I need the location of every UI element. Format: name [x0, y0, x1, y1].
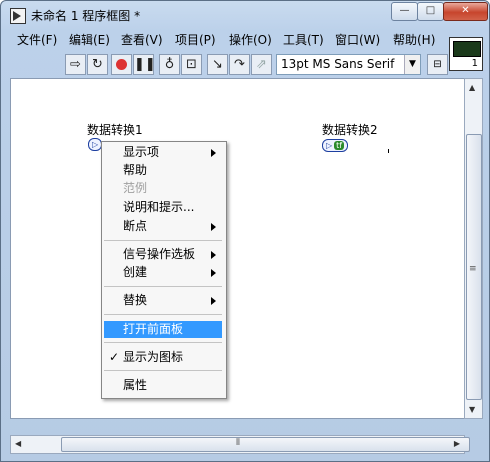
step-into-icon[interactable]: ↘ [207, 54, 228, 75]
menu-item-breakpoint[interactable]: 断点 [104, 218, 222, 235]
scroll-down-icon[interactable]: ▼ [469, 405, 475, 414]
submenu-arrow-icon [211, 149, 216, 157]
run-continuously-icon[interactable]: ↻ [87, 54, 108, 75]
maximize-button[interactable]: □ [417, 2, 444, 21]
menu-item-label: 显示项 [123, 145, 160, 159]
menu-window[interactable]: 窗口(W) [335, 31, 380, 49]
menu-operate[interactable]: 操作(O) [229, 31, 272, 49]
menu-item-help[interactable]: 帮助 [104, 162, 222, 179]
chevron-down-icon[interactable]: ▼ [404, 55, 420, 74]
menu-item-create[interactable]: 创建 [104, 264, 222, 281]
submenu-arrow-icon [211, 269, 216, 277]
vertical-scrollbar[interactable]: ▲ ≡ ▼ [464, 78, 483, 419]
abort-icon[interactable] [111, 54, 132, 75]
menu-item-replace[interactable]: 替换 [104, 292, 222, 309]
menu-item-label: 属性 [123, 378, 148, 392]
node2-label[interactable]: 数据转换2 [322, 121, 378, 138]
menu-item-description[interactable]: 说明和提示... [104, 199, 222, 216]
node2-glyph: ▷ [326, 141, 333, 150]
menu-view[interactable]: 查看(V) [121, 31, 163, 49]
grip-icon: ≡ [469, 264, 477, 274]
menu-item-label: 替换 [123, 293, 148, 307]
menu-separator [104, 286, 222, 287]
menu-item-label: 断点 [123, 219, 148, 233]
step-over-icon[interactable]: ↷ [229, 54, 250, 75]
horizontal-scroll-thumb[interactable] [61, 437, 470, 452]
horizontal-scrollbar[interactable]: ◀ ⦀ ▶ [10, 435, 470, 454]
scroll-up-icon[interactable]: ▲ [469, 83, 475, 92]
node2-express-vi[interactable]: ▷ tf [322, 139, 349, 152]
node1-label[interactable]: 数据转换1 [87, 121, 143, 138]
menu-item-signal-palette[interactable]: 信号操作选板 [104, 246, 222, 263]
step-out-icon[interactable]: ⇗ [251, 54, 272, 75]
minimize-button[interactable]: — [391, 2, 418, 21]
menu-item-label: 显示为图标 [123, 350, 184, 364]
pause-icon[interactable]: ❚❚ [133, 54, 156, 75]
program-window: 未命名 1 程序框图 * — □ ✕ 文件(F) 编辑(E) 查看(V) 项目(… [0, 0, 490, 462]
font-select[interactable]: 13pt MS Sans Serif ▼ [276, 54, 421, 75]
menu-item-label: 帮助 [123, 163, 148, 177]
menu-separator [104, 342, 222, 343]
menu-edit[interactable]: 编辑(E) [69, 31, 110, 49]
close-button[interactable]: ✕ [443, 2, 488, 21]
scroll-right-icon[interactable]: ▶ [454, 439, 460, 448]
toolbar: ⇨ ↻ ❚❚ ♁ ⊡ ↘ ↷ ⇗ 13pt MS Sans Serif ▼ ⊟ [9, 53, 448, 77]
submenu-arrow-icon [211, 223, 216, 231]
scroll-left-icon[interactable]: ◀ [15, 439, 21, 448]
highlight-execution-icon[interactable]: ♁ [159, 54, 180, 75]
menu-separator [104, 370, 222, 371]
menu-separator [104, 314, 222, 315]
waveform-icon [453, 41, 481, 57]
check-icon: ✓ [109, 350, 120, 364]
submenu-arrow-icon [211, 297, 216, 305]
menu-tools[interactable]: 工具(T) [283, 31, 324, 49]
title-bar[interactable]: 未命名 1 程序框图 * — □ ✕ [1, 1, 489, 29]
menu-item-show-as-icon[interactable]: ✓ 显示为图标 [104, 349, 222, 366]
menu-item-examples: 范例 [104, 180, 222, 197]
grip-icon: ⦀ [236, 438, 240, 448]
font-select-value: 13pt MS Sans Serif [281, 57, 395, 71]
retain-wire-values-icon[interactable]: ⊡ [181, 54, 202, 75]
align-objects-icon[interactable]: ⊟ [427, 54, 448, 75]
menu-file[interactable]: 文件(F) [17, 31, 57, 49]
menu-bar: 文件(F) 编辑(E) 查看(V) 项目(P) 操作(O) 工具(T) 窗口(W… [9, 31, 443, 49]
menu-item-label: 信号操作选板 [123, 247, 196, 261]
context-menu: 显示项 帮助 范例 说明和提示... 断点 信号操作选板 创建 替换 打开前面板… [101, 141, 227, 399]
block-diagram-canvas[interactable]: 数据转换1 ▷ 数据转换2 ▷ tf [10, 78, 465, 419]
menu-item-open-front-panel[interactable]: 打开前面板 [104, 321, 222, 338]
menu-separator [104, 240, 222, 241]
wire-stub [388, 149, 389, 153]
connector-pane-number: 1 [471, 58, 478, 69]
menu-item-label: 说明和提示... [123, 200, 195, 214]
menu-item-properties[interactable]: 属性 [104, 377, 222, 394]
menu-item-show-items[interactable]: 显示项 [104, 144, 222, 161]
menu-help[interactable]: 帮助(H) [393, 31, 435, 49]
submenu-arrow-icon [211, 251, 216, 259]
menu-project[interactable]: 项目(P) [175, 31, 216, 49]
labview-app-icon [10, 8, 26, 24]
window-title: 未命名 1 程序框图 * [31, 9, 141, 23]
node2-badge: tf [334, 141, 345, 150]
run-icon[interactable]: ⇨ [65, 54, 86, 75]
node1-glyph: ▷ [92, 140, 99, 149]
menu-item-label: 创建 [123, 265, 148, 279]
connector-pane-icon[interactable]: 1 [449, 37, 483, 71]
menu-item-label: 打开前面板 [123, 322, 184, 336]
menu-item-label: 范例 [123, 181, 148, 195]
